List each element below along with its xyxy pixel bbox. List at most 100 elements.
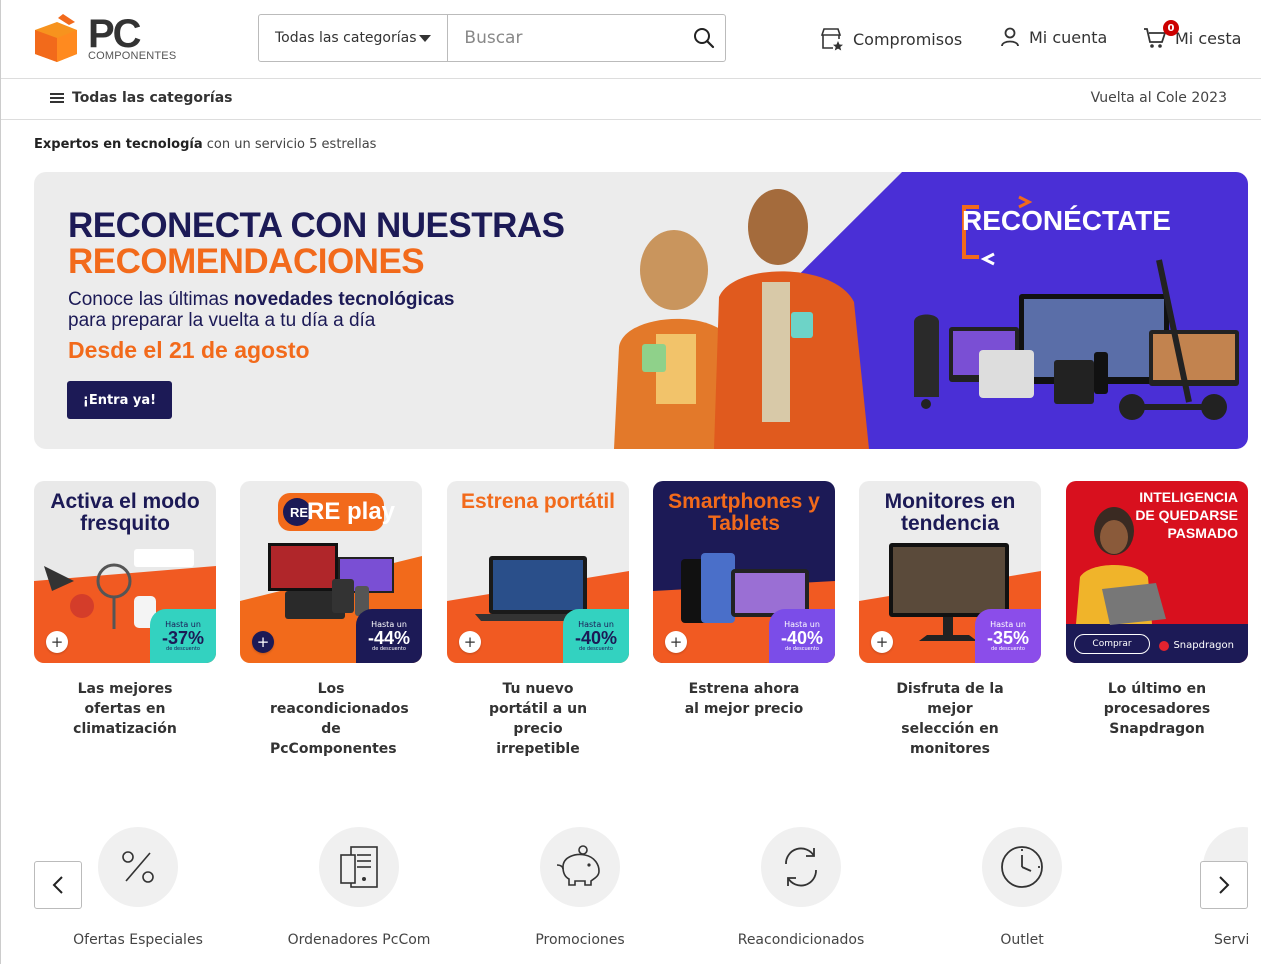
pccomponentes-logo[interactable]: PC COMPONENTES (33, 12, 178, 64)
badge-percent: -44% (367, 627, 411, 648)
category-select-label: Todas las categorías (275, 30, 417, 46)
plus-icon[interactable]: + (459, 631, 481, 653)
all-categories-menu[interactable]: Todas las categorías (50, 90, 233, 106)
quick-link-circle (98, 827, 178, 907)
hero-cta-button[interactable]: ¡Entra ya! (67, 381, 172, 419)
badge-tiny-text: de descuento (579, 645, 613, 652)
tagline-rest: con un servicio 5 estrellas (202, 137, 377, 152)
refresh-icon (785, 847, 817, 887)
plus-icon[interactable]: + (871, 631, 893, 653)
quick-link-ordenadores[interactable]: Ordenadores PcCom (249, 827, 469, 948)
badge-tiny-text: de descuento (166, 645, 200, 652)
card-caption: Disfruta de la mejor selección en monito… (896, 681, 1004, 757)
promo-card-monitores[interactable]: Monitores en tendencia Hasta un -35% de … (859, 481, 1041, 759)
compromisos-link[interactable]: Compromisos (819, 26, 962, 52)
plus-icon[interactable]: + (665, 631, 687, 653)
account-link[interactable]: Mi cuenta (999, 26, 1107, 48)
promo-card-image: INTELIGENCIA DE QUEDARSE PASMADO Comprar… (1066, 481, 1248, 663)
hero-subtitle-pre: Conoce las últimas (68, 289, 234, 310)
tagline-bold: Expertos en tecnología (34, 137, 203, 152)
quick-link-label: Outlet (1000, 932, 1044, 948)
snapdragon-logo-icon (1159, 640, 1170, 651)
hero-subtitle: Conoce las últimas novedades tecnológica… (68, 289, 538, 331)
all-categories-label: Todas las categorías (72, 90, 233, 106)
user-icon (1001, 27, 1019, 47)
quick-link-label: Ordenadores PcCom (287, 932, 431, 948)
discount-badge: Hasta un -44% de descuento (356, 609, 422, 663)
hero-subtitle-post: para preparar la vuelta a tu día a día (68, 310, 376, 331)
compromisos-label: Compromisos (853, 29, 963, 49)
logo-box-icon (35, 14, 77, 62)
promo-card-image: Activa el modo fresquito Hasta un -37% d… (34, 481, 216, 663)
card-title: INTELIGENCIA DE QUEDARSE PASMADO (1135, 489, 1238, 541)
hero-title-line2: RECOMENDACIONES (68, 242, 425, 281)
plus-icon[interactable]: + (252, 631, 274, 653)
quick-link-circle (761, 827, 841, 907)
badge-tiny-text: de descuento (372, 645, 406, 652)
search-input[interactable] (448, 15, 684, 61)
promo-card-smartphones[interactable]: Smartphones y Tablets Hasta un -40% de d… (653, 481, 835, 719)
quick-link-circle (982, 827, 1062, 907)
chevron-left-icon (52, 876, 63, 894)
site-header: PC COMPONENTES Todas las categorías Busc… (1, 0, 1261, 79)
quick-link-outlet[interactable]: Outlet (912, 827, 1132, 948)
carousel-prev-button[interactable] (34, 861, 82, 909)
piggy-bank-icon (556, 845, 600, 886)
card-caption: Las mejores ofertas en climatización (73, 681, 177, 737)
hero-banner[interactable]: RECONECTA CON NUESTRAS RECOMENDACIONES C… (34, 172, 1248, 449)
desktop-tower-icon (340, 846, 378, 888)
promo-card-image: Monitores en tendencia Hasta un -35% de … (859, 481, 1041, 663)
promo-card-replay[interactable]: RE RE play Hasta un -44% de descuento + … (240, 481, 422, 759)
discount-badge: Hasta un -37% de descuento (150, 609, 216, 663)
badge-percent: -37% (161, 627, 205, 648)
card-caption: Los reacondicionados de PcComponentes (270, 681, 409, 757)
store-star-icon (820, 28, 843, 51)
quick-link-label: Ofertas Especiales (73, 932, 203, 948)
search-bar: Todas las categorías (258, 14, 726, 62)
page: PC COMPONENTES Todas las categorías Busc… (0, 0, 1261, 964)
card-title: RE play (306, 498, 396, 525)
quick-link-reacondicionados[interactable]: Reacondicionados (691, 827, 911, 948)
badge-tiny-text: de descuento (991, 645, 1025, 652)
carousel-next-button[interactable] (1200, 861, 1248, 909)
search-button[interactable] (683, 15, 725, 61)
vuelta-al-cole-link[interactable]: Vuelta al Cole 2023 (1091, 90, 1227, 106)
hero-title-line1: RECONECTA CON NUESTRAS (68, 206, 565, 245)
card-title: Activa el modo fresquito (50, 490, 200, 535)
clock-icon (1001, 846, 1043, 888)
plus-icon[interactable]: + (46, 631, 68, 653)
card-title: Estrena portátil (460, 490, 616, 513)
cart-count-badge: 0 (1163, 20, 1179, 36)
hero-date: Desde el 21 de agosto (68, 337, 310, 363)
card-caption: Estrena ahora al mejor precio (684, 681, 804, 717)
discount-badge: Hasta un -35% de descuento (975, 609, 1041, 663)
card-caption: Tu nuevo portátil a un precio irrepetibl… (488, 681, 588, 757)
card-title: Smartphones y Tablets (668, 490, 820, 535)
badge-percent: -40% (574, 627, 618, 648)
chevron-right-icon (1219, 876, 1230, 894)
quick-link-label: Promociones (535, 932, 625, 948)
promo-card-portatil[interactable]: Estrena portátil Hasta un -40% de descue… (447, 481, 629, 759)
quick-link-promociones[interactable]: Promociones (470, 827, 690, 948)
category-select[interactable]: Todas las categorías (259, 15, 449, 61)
promo-card-image: RE RE play Hasta un -44% de descuento + (240, 481, 422, 663)
discount-badge: Hasta un -40% de descuento (769, 609, 835, 663)
comprar-button[interactable]: Comprar (1074, 634, 1150, 654)
badge-percent: -35% (986, 627, 1030, 648)
promo-card-image: Smartphones y Tablets Hasta un -40% de d… (653, 481, 835, 663)
promo-card-image: Estrena portátil Hasta un -40% de descue… (447, 481, 629, 663)
badge-tiny-text: de descuento (785, 645, 819, 652)
logo-subtext: COMPONENTES (88, 50, 177, 62)
promo-card-snapdragon[interactable]: INTELIGENCIA DE QUEDARSE PASMADO Comprar… (1066, 481, 1248, 739)
caret-down-icon (419, 35, 432, 42)
tagline: Expertos en tecnología con un servicio 5… (34, 137, 376, 152)
reconectate-logo: RECONÉCTATE (962, 205, 1171, 236)
promo-card-climatizacion[interactable]: Activa el modo fresquito Hasta un -37% d… (34, 481, 216, 739)
search-icon (694, 28, 715, 49)
hamburger-icon (50, 93, 64, 103)
main-nav: Todas las categorías Vuelta al Cole 2023 (1, 79, 1261, 120)
cart-link[interactable]: 0 Mi cesta (1143, 20, 1242, 50)
badge-percent: -40% (780, 627, 824, 648)
cart-label: Mi cesta (1175, 28, 1242, 48)
hero-subtitle-bold: novedades tecnológicas (233, 289, 455, 310)
